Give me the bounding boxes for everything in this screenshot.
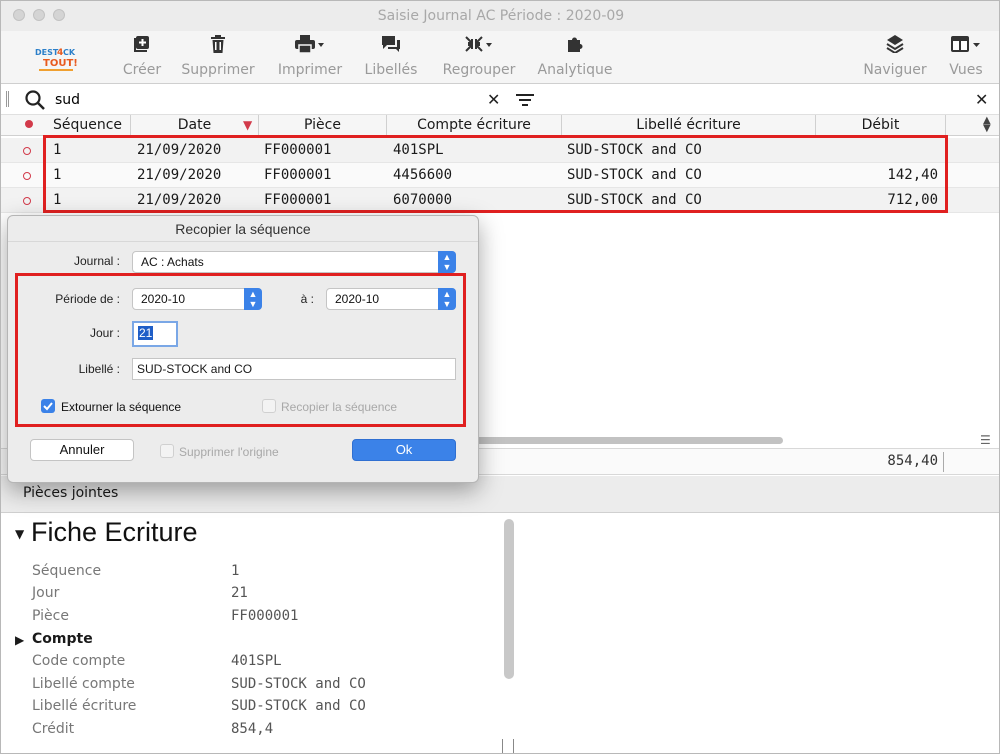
navigate-button[interactable]: Naviguer [863, 35, 927, 78]
libelle-label: Libellé : [78, 362, 120, 376]
compte-section-title: Compte [32, 631, 93, 647]
trash-icon [181, 35, 255, 59]
minimize-window-button[interactable] [33, 9, 45, 21]
stepper-arrows-icon: ▲ ▼ [244, 288, 262, 310]
scroll-arrows-icon[interactable]: ▲ ▼ [983, 116, 991, 134]
disclosure-open-icon[interactable]: ▼ [15, 527, 24, 541]
periode-a-label: à : [300, 292, 314, 306]
extourner-label: Extourner la séquence [61, 400, 182, 414]
stepper-arrows-icon: ▲ ▼ [438, 251, 456, 273]
delete-button[interactable]: Supprimer [181, 35, 255, 78]
supprimer-origine-label: Supprimer l'origine [179, 445, 279, 459]
libelle-field[interactable]: SUD-STOCK and CO [132, 358, 456, 380]
horizontal-scrollbar[interactable]: ☰ [471, 433, 999, 447]
search-icon [25, 90, 45, 114]
journal-label: Journal : [73, 254, 120, 268]
svg-text:DEST: DEST [35, 48, 59, 57]
recopier-label: Recopier la séquence [281, 400, 398, 414]
column-header-piece[interactable]: Pièce [259, 115, 387, 136]
column-header-debit[interactable]: Débit [816, 115, 946, 136]
collapse-arrows-icon [441, 35, 517, 59]
search-bar: ✕ ✕ [1, 85, 999, 115]
rows-highlight-box [43, 135, 948, 213]
disclosure-closed-icon[interactable]: ▶ [15, 633, 24, 647]
splitter-handle[interactable] [6, 91, 9, 107]
group-button[interactable]: Regrouper [441, 35, 517, 78]
toolbar: DEST 4 CK TOUT! Créer Supprimer Imprimer [1, 31, 999, 84]
printer-icon [277, 35, 343, 59]
stepper-arrows-icon: ▲ ▼ [438, 288, 456, 310]
search-input[interactable] [55, 89, 475, 111]
create-button[interactable]: Créer [121, 35, 163, 78]
svg-text:CK: CK [63, 48, 76, 57]
jour-field[interactable]: 21 [132, 321, 178, 347]
title-bar: Saisie Journal AC Période : 2020-09 [1, 1, 999, 31]
app-logo: DEST 4 CK TOUT! [33, 43, 79, 75]
labels-button[interactable]: Libellés [363, 35, 419, 78]
layers-icon [863, 35, 927, 59]
app-window: Saisie Journal AC Période : 2020-09 DEST… [0, 0, 1000, 754]
row-marker-icon [23, 172, 31, 180]
row-marker-icon [23, 147, 31, 155]
ok-button[interactable]: Ok [352, 439, 456, 461]
menu-lines-icon[interactable]: ☰ [980, 433, 991, 447]
panel-splitter[interactable] [502, 739, 514, 753]
analytics-button[interactable]: Analytique [537, 35, 613, 78]
total-debit: 854,40 [887, 453, 938, 469]
sort-desc-icon: ▼ [243, 118, 253, 132]
fiche-title: Fiche Ecriture [31, 517, 198, 547]
close-window-button[interactable] [13, 9, 25, 21]
fiche-panel: ▼ Fiche Ecriture Séquence 1 Jour 21 Pièc… [1, 513, 999, 753]
column-header-compte[interactable]: Compte écriture [387, 115, 562, 136]
periode-de-label: Période de : [55, 292, 120, 306]
close-search-icon[interactable]: ✕ [975, 90, 988, 109]
window-title: Saisie Journal AC Période : 2020-09 [377, 8, 625, 24]
zoom-window-button[interactable] [53, 9, 65, 21]
periode-a-select[interactable]: 2020-10 ▲ ▼ [326, 288, 456, 310]
row-marker-icon [23, 197, 31, 205]
dialog-title: Recopier la séquence [8, 216, 478, 242]
speech-bubbles-icon [363, 35, 419, 59]
jour-label: Jour : [89, 326, 120, 340]
periode-de-select[interactable]: 2020-10 ▲ ▼ [132, 288, 262, 310]
column-divider [943, 452, 944, 472]
cancel-button[interactable]: Annuler [30, 439, 134, 461]
column-header-libelle[interactable]: Libellé écriture [562, 115, 816, 136]
record-indicator-icon [25, 120, 33, 128]
filter-icon[interactable] [516, 93, 534, 111]
extourner-checkbox[interactable] [41, 399, 55, 413]
clear-search-icon[interactable]: ✕ [487, 90, 500, 109]
recopier-dialog: Recopier la séquence Journal : AC : Acha… [7, 215, 479, 483]
puzzle-icon [537, 35, 613, 59]
views-button[interactable]: Vues [945, 35, 987, 78]
scrollbar-thumb[interactable] [471, 437, 783, 444]
attachments-label: Pièces jointes [23, 485, 119, 501]
plus-square-icon [121, 35, 163, 59]
svg-text:TOUT!: TOUT! [43, 58, 78, 69]
supprimer-origine-checkbox[interactable] [160, 444, 174, 458]
column-header-sequence[interactable]: Séquence [45, 115, 131, 136]
vertical-scrollbar[interactable] [504, 519, 514, 679]
recopier-checkbox[interactable] [262, 399, 276, 413]
layout-icon [945, 35, 987, 59]
column-header-date[interactable]: Date ▼ [131, 115, 259, 136]
journal-select[interactable]: AC : Achats ▲ ▼ [132, 251, 456, 273]
print-button[interactable]: Imprimer [277, 35, 343, 78]
